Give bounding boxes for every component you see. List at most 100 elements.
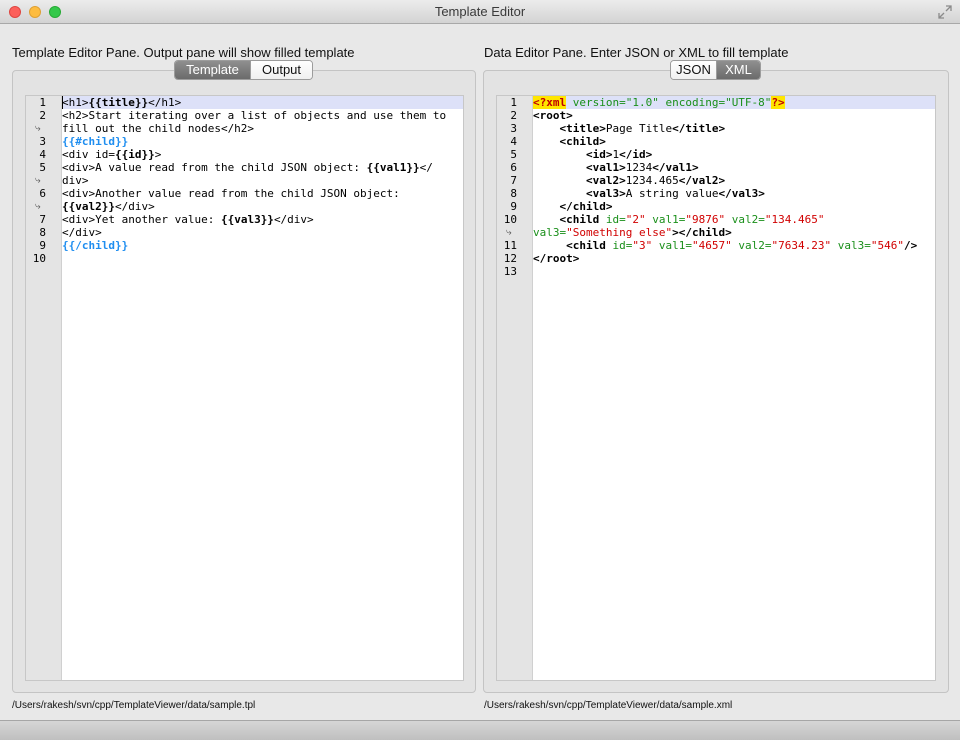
code-line: 9 {{/child}} (26, 239, 463, 252)
template-pane-label: Template Editor Pane. Output pane will s… (12, 45, 355, 60)
code-token: <div>Another value read from the child J… (62, 187, 400, 200)
code-token: </div> (62, 226, 102, 239)
tab-output[interactable]: Output (250, 61, 312, 79)
code-line: 12 </root> (497, 252, 935, 265)
fullscreen-icon[interactable] (938, 5, 952, 19)
code-token: <div>A value read from the child JSON ob… (62, 161, 367, 174)
code-token: "Something else" (566, 226, 673, 239)
code-token: A string value (625, 187, 719, 200)
line-number: 3 (510, 122, 517, 135)
code-line: 10 <child id="2" val1="9876" val2="134.4… (497, 213, 935, 226)
code-token: {{id}} (114, 148, 155, 161)
code-token: "3" (632, 239, 653, 252)
tab-xml[interactable]: XML (716, 61, 760, 79)
code-line: 8 <val3>A string value</val3> (497, 187, 935, 200)
data-code-area[interactable]: 1 <?xml version="1.0" encoding="UTF-8"?> 2… (497, 96, 935, 680)
code-token: </val3> (718, 187, 765, 200)
code-text: <child id="2" val1="9876" val2="134.465" (533, 213, 825, 226)
template-file-path: /Users/rakesh/svn/cpp/TemplateViewer/dat… (12, 700, 256, 711)
code-token: <root> (533, 109, 573, 122)
line-number: 11 (503, 239, 517, 252)
code-text: <div id={{id}}> (62, 148, 161, 161)
template-editor[interactable]: 1 <h1>{{title}}</h1> 2 <h2>Start iterating … (25, 95, 464, 681)
code-text: </div> (62, 226, 102, 239)
code-token: <div>Yet another value: (62, 213, 221, 226)
code-token: </child> (559, 200, 613, 213)
window-title: Template Editor (434, 4, 526, 19)
code-text: <h2>Start iterating over a list of objec… (62, 109, 446, 122)
code-token: val1= (645, 213, 686, 226)
code-token: <h2>Start iterating over a list of objec… (62, 109, 447, 122)
code-token: <val2> (585, 174, 626, 187)
code-text: </child> (533, 200, 613, 213)
code-token: val1= (652, 239, 692, 252)
line-number: 2 (39, 109, 46, 122)
code-text: <child> (533, 135, 606, 148)
code-text: <child id="3" val1="4657" val2="7634.23"… (533, 239, 917, 252)
line-number: 8 (39, 226, 46, 239)
line-number: 5 (39, 161, 46, 174)
code-token: <id> (585, 148, 613, 161)
line-number: 7 (510, 174, 517, 187)
code-text: {{/child}} (62, 239, 128, 252)
line-wrap-icon: ⤷ (35, 201, 41, 212)
data-pane-label: Data Editor Pane. Enter JSON or XML to f… (484, 45, 789, 60)
data-file-path: /Users/rakesh/svn/cpp/TemplateViewer/dat… (484, 700, 733, 711)
code-token: {{title}} (88, 96, 149, 109)
code-text: <val2>1234.465</val2> (533, 174, 725, 187)
code-token: </h1> (148, 96, 182, 109)
code-token: val2= (725, 213, 765, 226)
line-number: 6 (510, 161, 517, 174)
code-token: </div> (273, 213, 314, 226)
code-token: <div id= (62, 148, 115, 161)
code-token: <title> (559, 122, 606, 135)
code-token: ></child> (672, 226, 732, 239)
code-token: "2" (625, 213, 646, 226)
code-line: 8 </div> (26, 226, 463, 239)
code-text: <root> (533, 109, 573, 122)
code-token: {{#child}} (62, 135, 129, 148)
template-code-area[interactable]: 1 <h1>{{title}}</h1> 2 <h2>Start iterating … (26, 96, 463, 680)
code-token: val3= (533, 226, 567, 239)
text-caret (62, 96, 63, 109)
code-token: 1234.465 (625, 174, 679, 187)
line-number: 3 (39, 135, 46, 148)
code-token: <child> (559, 135, 606, 148)
line-number: 6 (39, 187, 46, 200)
code-line: 2 <root> (497, 109, 935, 122)
code-text: <div>Another value read from the child J… (62, 187, 400, 200)
code-line: 3 {{#child}} (26, 135, 463, 148)
template-output-switch: Template Output (174, 60, 313, 80)
line-number: 4 (39, 148, 46, 161)
code-token: </id> (619, 148, 653, 161)
data-editor[interactable]: 1 <?xml version="1.0" encoding="UTF-8"?> 2… (496, 95, 936, 681)
code-text: div> (62, 174, 89, 187)
line-number: 9 (39, 239, 46, 252)
code-line: ⤷ {{val2}}</div> (26, 200, 463, 213)
code-text: val3="Something else"></child> (533, 226, 732, 239)
code-line: 2 <h2>Start iterating over a list of obje… (26, 109, 463, 122)
code-token: </title> (672, 122, 726, 135)
tab-template[interactable]: Template (175, 61, 250, 79)
code-text: <id>1</id> (533, 148, 652, 161)
code-token: <child (559, 213, 600, 226)
code-line: 4 <child> (497, 135, 935, 148)
code-token: <?xml (533, 96, 567, 109)
code-token: id= (599, 213, 626, 226)
code-line: 10 (26, 252, 463, 265)
tab-json[interactable]: JSON (671, 61, 716, 79)
line-wrap-icon: ⤷ (506, 227, 512, 238)
code-line: 5 <id>1</id> (497, 148, 935, 161)
code-token: fill out the child nodes</h2> (62, 122, 255, 135)
line-wrap-icon: ⤷ (35, 175, 41, 186)
code-token: {{val3}} (220, 213, 274, 226)
code-text: <val1>1234</val1> (533, 161, 699, 174)
line-number: 4 (510, 135, 517, 148)
code-token: </val2> (678, 174, 726, 187)
code-token: "7634.23" (771, 239, 832, 252)
line-number: 1 (39, 96, 46, 109)
